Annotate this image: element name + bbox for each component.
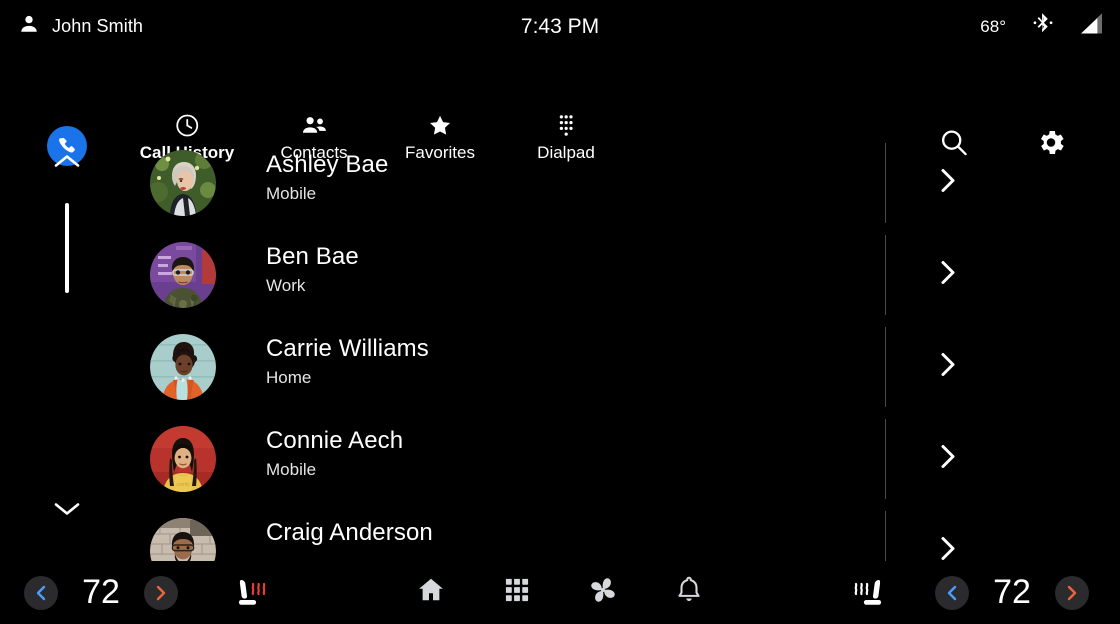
contact-info: Connie Aech Mobile [266,426,403,482]
contact-name: Connie Aech [266,427,404,454]
passenger-temp-increase-button[interactable] [1055,575,1089,610]
contact-subtitle: Work [266,276,306,295]
contact-name: Craig Anderson [266,519,433,546]
status-bar-indicators: 68° [980,0,1106,53]
system-bottom-bar: 72 72 [0,561,1120,624]
dialpad-dots-icon [554,112,578,138]
fan-icon [587,574,619,611]
contact-name: Ben Bae [266,243,359,270]
contact-list-item[interactable]: Ben Bae Work [0,229,1120,321]
chevron-right-icon[interactable] [939,351,957,384]
contact-subtitle: Home [266,368,312,387]
contact-list-item[interactable]: Ashley Bae Mobile [0,137,1120,229]
contact-name: Carrie Williams [266,335,429,362]
people-icon [301,112,328,138]
outside-temperature-label: 68° [980,16,1006,36]
bell-icon [675,575,703,610]
passenger-heated-seat-button[interactable] [848,561,888,624]
driver-temp-decrease-button[interactable] [24,575,58,610]
driver-temp-value: 72 [82,573,120,611]
apps-button[interactable] [489,561,545,624]
avatar [150,150,216,216]
contact-list-item[interactable]: comfy Connie Aech Mobile [0,413,1120,505]
contact-info: Ben Bae Work [266,242,359,298]
passenger-temp-value: 72 [993,573,1031,611]
svg-text:comfy: comfy [176,482,190,488]
row-divider [885,235,886,315]
avatar: comfy [150,426,216,492]
contact-list: Ashley Bae Mobile Ben Bae Work Carrie Wi… [0,137,1120,561]
star-icon [427,112,453,138]
contact-name: Ashley Bae [266,151,389,178]
chevron-right-icon[interactable] [939,259,957,292]
contact-subtitle: Mobile [266,460,317,479]
contact-info: Ashley Bae Mobile [266,150,388,206]
clock-label: 7:43 PM [520,14,600,38]
avatar [150,334,216,400]
row-divider [885,419,886,499]
home-button[interactable] [403,561,459,624]
climate-button[interactable] [575,561,631,624]
row-divider [885,511,886,561]
contact-info: Carrie Williams Home [266,334,429,390]
chevron-right-icon[interactable] [939,535,957,562]
app-tab-bar: Call History Contacts Favorites Dialpad [0,53,1120,166]
signal-bars-icon [1080,12,1106,41]
infotainment-screen: John Smith 7:43 PM 68° Call History Cont… [0,0,1120,624]
clock-icon [174,112,199,138]
call-history-list-area: Ashley Bae Mobile Ben Bae Work Carrie Wi… [0,137,1120,561]
apps-grid-icon [503,576,531,609]
chevron-right-icon[interactable] [939,443,957,476]
row-divider [885,143,886,223]
status-bar-clock: 7:43 PM [0,0,1120,53]
driver-temp-increase-button[interactable] [144,575,178,610]
row-divider [885,327,886,407]
passenger-climate-control: 72 [935,561,1089,624]
notifications-button[interactable] [661,561,717,624]
chevron-right-icon[interactable] [939,167,957,200]
passenger-temp-decrease-button[interactable] [935,575,969,610]
driver-climate-control: 72 [24,561,178,624]
driver-heated-seat-button[interactable] [232,561,272,624]
home-icon [416,575,446,610]
contact-list-item[interactable]: Carrie Williams Home [0,321,1120,413]
avatar [150,518,216,561]
bluetooth-icon [1032,12,1054,41]
avatar [150,242,216,308]
status-bar: John Smith 7:43 PM 68° [0,0,1120,53]
contact-info: Craig Anderson [266,518,433,550]
contact-subtitle: Mobile [266,184,317,203]
contact-list-item[interactable]: Craig Anderson [0,505,1120,561]
